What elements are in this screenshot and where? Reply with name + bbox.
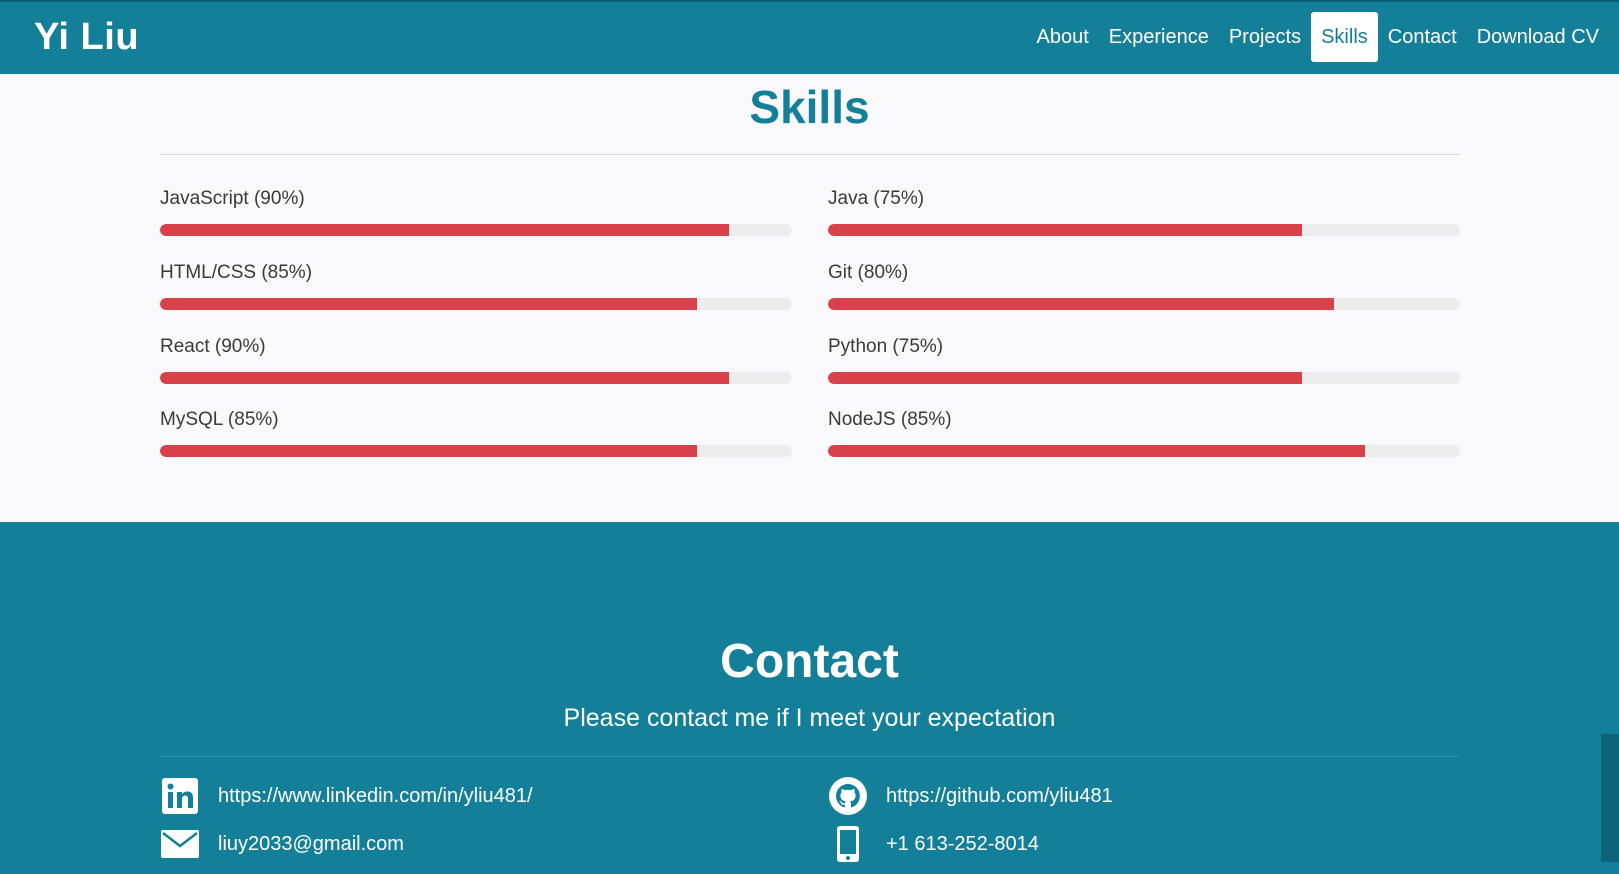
skill-progress-track: [160, 372, 792, 384]
skills-title: Skills: [749, 81, 870, 133]
github-link[interactable]: https://github.com/yliu481: [886, 785, 1113, 808]
skill-label: HTML/CSS (85%): [160, 262, 313, 283]
skill-label: MySQL (85%): [160, 409, 279, 430]
skill-html-css: HTML/CSS (85%): [160, 262, 792, 322]
skill-progress-track: [160, 298, 792, 310]
contact-phone: +1 613-252-8014: [828, 822, 1039, 866]
skill-label: NodeJS (85%): [828, 409, 952, 430]
mail-icon[interactable]: [160, 824, 200, 864]
skill-label: Git (80%): [828, 262, 909, 283]
phone-number[interactable]: +1 613-252-8014: [886, 833, 1039, 856]
skill-progress-fill: [160, 445, 698, 457]
skill-label: Java (75%): [828, 188, 925, 209]
contact-title: Contact: [720, 635, 899, 688]
skill-mysql: MySQL (85%): [160, 409, 792, 469]
skill-progress-track: [828, 298, 1460, 310]
email-link[interactable]: liuy2033@gmail.com: [218, 833, 404, 856]
skill-label: JavaScript (90%): [160, 188, 305, 209]
skill-progress-fill: [160, 298, 698, 310]
linkedin-icon[interactable]: [160, 776, 200, 816]
skill-progress-fill: [160, 372, 729, 384]
contact-github: https://github.com/yliu481: [828, 774, 1113, 818]
skill-progress-track: [160, 224, 792, 236]
skill-progress-fill: [160, 224, 729, 236]
nav-item-about[interactable]: About: [1027, 12, 1099, 62]
contact-divider: [160, 756, 1460, 757]
skill-progress-track: [828, 372, 1460, 384]
skills-divider: [160, 154, 1460, 155]
skill-progress-fill: [828, 298, 1334, 310]
nav-item-skills[interactable]: Skills: [1311, 12, 1378, 62]
brand-logo[interactable]: Yi Liu: [34, 16, 139, 59]
skill-label: Python (75%): [828, 336, 944, 357]
nav-item-projects[interactable]: Projects: [1219, 12, 1311, 62]
contact-email: liuy2033@gmail.com: [160, 822, 404, 866]
skill-react: React (90%): [160, 336, 792, 396]
skill-progress-fill: [828, 224, 1302, 236]
contact-section: Contact Please contact me if I meet your…: [0, 522, 1619, 874]
github-icon[interactable]: [828, 776, 868, 816]
nav-item-download-cv[interactable]: Download CV: [1467, 12, 1609, 62]
skill-python: Python (75%): [828, 336, 1460, 396]
skill-progress-track: [828, 445, 1460, 457]
skill-progress-fill: [828, 445, 1366, 457]
contact-linkedin: https://www.linkedin.com/in/yliu481/: [160, 774, 533, 818]
nav-item-contact[interactable]: Contact: [1378, 12, 1467, 62]
scrollbar-thumb[interactable]: [1601, 734, 1619, 862]
phone-icon[interactable]: [828, 824, 868, 864]
nav-item-experience[interactable]: Experience: [1099, 12, 1219, 62]
skill-label: React (90%): [160, 336, 266, 357]
skill-progress-fill: [828, 372, 1302, 384]
skills-section: Skills JavaScript (90%) Java (75%) HTML/…: [0, 74, 1619, 522]
skill-progress-track: [828, 224, 1460, 236]
skill-progress-track: [160, 445, 792, 457]
nav-menu: About Experience Projects Skills Contact…: [1027, 12, 1609, 62]
contact-subtitle: Please contact me if I meet your expecta…: [563, 704, 1056, 732]
skill-javascript: JavaScript (90%): [160, 188, 792, 248]
top-navbar: Yi Liu About Experience Projects Skills …: [0, 0, 1619, 74]
skill-git: Git (80%): [828, 262, 1460, 322]
linkedin-link[interactable]: https://www.linkedin.com/in/yliu481/: [218, 785, 533, 808]
skill-nodejs: NodeJS (85%): [828, 409, 1460, 469]
skill-java: Java (75%): [828, 188, 1460, 248]
